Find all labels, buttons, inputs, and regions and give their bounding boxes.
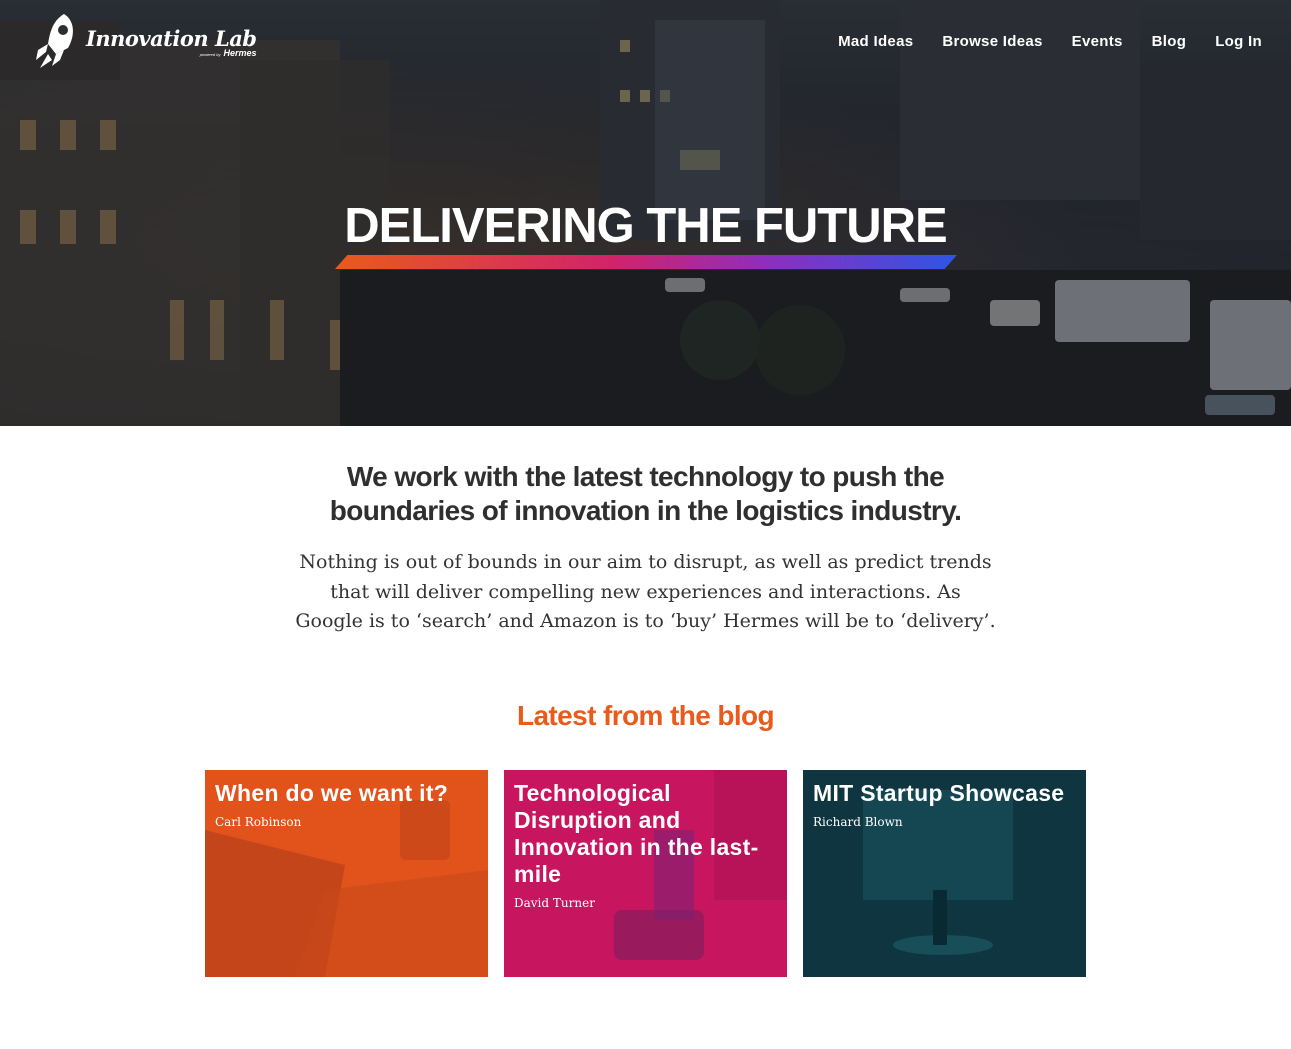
logo-hermes: Hermes (223, 48, 257, 58)
blog-card-title: Technological Disruption and Innovation … (514, 780, 759, 887)
nav-log-in[interactable]: Log In (1215, 33, 1262, 50)
blog-card[interactable]: MIT Startup Showcase Richard Blown (803, 770, 1086, 977)
blog-card-title: When do we want it? (215, 780, 449, 806)
intro-body: Nothing is out of bounds in our aim to d… (295, 551, 996, 632)
nav-events[interactable]: Events (1072, 33, 1123, 50)
innovation-lab-logo[interactable]: Innovation Lab powered by Hermes (30, 10, 257, 74)
nav-mad-ideas[interactable]: Mad Ideas (838, 33, 913, 50)
hero-gradient-underline (335, 255, 957, 269)
blog-card-title: MIT Startup Showcase (813, 780, 1065, 806)
blog-card[interactable]: When do we want it? Carl Robinson (205, 770, 488, 977)
blog-card[interactable]: Technological Disruption and Innovation … (504, 770, 787, 977)
blog-section-heading: Latest from the blog (516, 700, 775, 731)
rocket-icon (36, 14, 73, 68)
hero-banner: Innovation Lab powered by Hermes Mad Idea… (0, 0, 1291, 426)
hero-title: DELIVERING THE FUTURE (344, 199, 947, 253)
blog-card-author: Richard Blown (813, 815, 903, 829)
blog-card-author: David Turner (514, 896, 595, 910)
main-nav: Mad Ideas Browse Ideas Events Blog Log I… (809, 33, 1262, 50)
nav-browse-ideas[interactable]: Browse Ideas (942, 33, 1042, 50)
logo-powered-by: powered by (199, 52, 221, 57)
nav-blog[interactable]: Blog (1152, 33, 1187, 50)
blog-card-author: Carl Robinson (215, 815, 302, 829)
intro-heading: We work with the latest technology to pu… (329, 461, 962, 526)
